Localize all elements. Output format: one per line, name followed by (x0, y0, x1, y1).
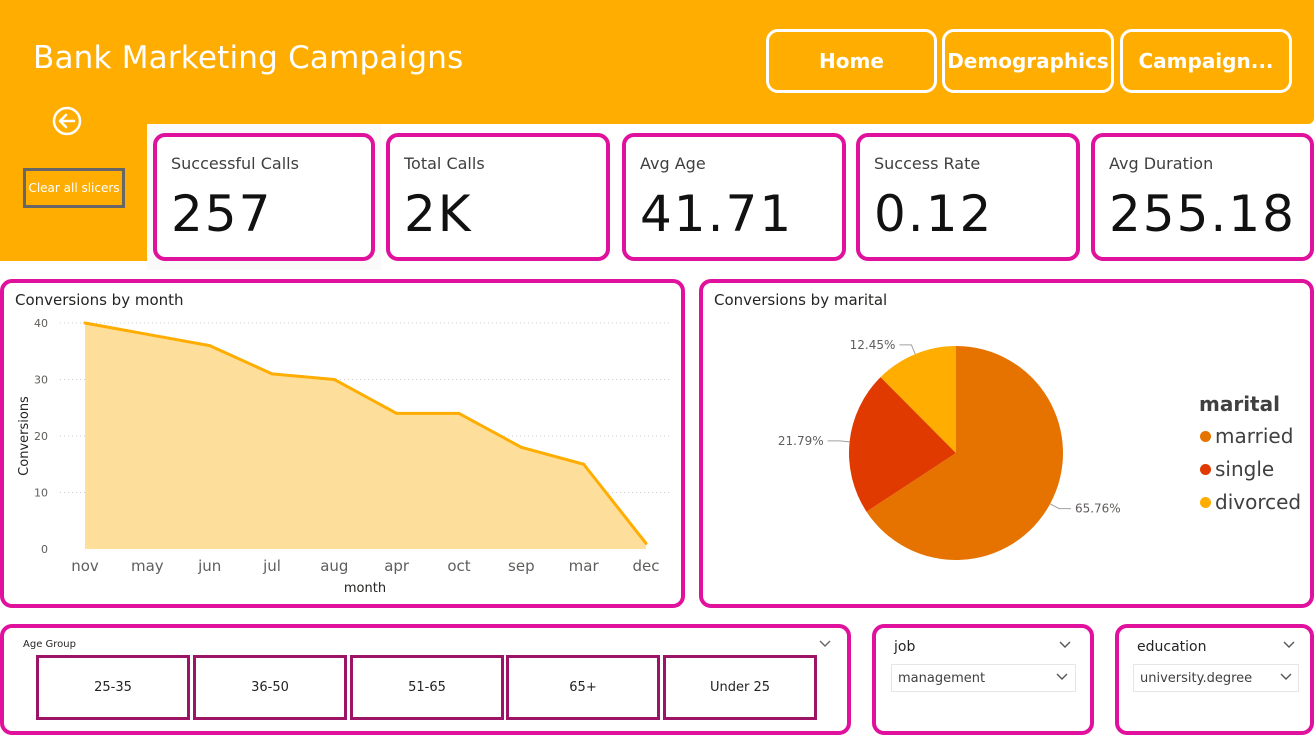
y-tick-label: 10 (34, 487, 48, 500)
legend-item-married[interactable]: married (1200, 424, 1293, 448)
pie-leader-line (1049, 503, 1071, 510)
legend-label: divorced (1215, 490, 1302, 514)
x-tick-label: apr (384, 557, 410, 575)
y-tick-label: 20 (34, 430, 48, 443)
chevron-down-icon[interactable] (1058, 640, 1072, 650)
legend-dot-icon (1200, 430, 1211, 442)
x-tick-label: oct (447, 557, 470, 575)
job-label: job (894, 639, 916, 655)
x-axis-title: month (344, 581, 386, 596)
data-point (332, 378, 336, 381)
y-tick-label: 30 (34, 374, 48, 387)
chevron-down-icon[interactable] (1282, 640, 1296, 650)
chevron-down-icon[interactable] (818, 639, 832, 649)
data-point (83, 321, 87, 325)
pie-data-label: 21.79% (778, 434, 824, 448)
pie-leader-line (827, 440, 850, 443)
legend-item-divorced[interactable]: divorced (1200, 490, 1301, 514)
x-tick-label: jun (197, 557, 221, 575)
legend-item-single[interactable]: single (1200, 457, 1274, 481)
y-tick-label: 40 (34, 317, 48, 330)
x-tick-label: nov (71, 557, 99, 575)
y-axis-title: Conversions (17, 396, 32, 476)
data-point (519, 445, 523, 449)
dashboard-page: Bank Marketing Campaigns Home Demographi… (0, 0, 1314, 735)
pie-data-label: 12.45% (850, 338, 896, 352)
age-chip-51-65[interactable]: 51-65 (350, 655, 504, 720)
age-group-label: Age Group (23, 639, 76, 650)
data-point (395, 411, 399, 415)
x-tick-label: dec (633, 557, 660, 575)
legend-label: married (1215, 424, 1294, 448)
y-tick-label: 0 (41, 543, 48, 556)
data-point (208, 344, 212, 348)
legend-label: single (1215, 457, 1275, 481)
data-point (644, 541, 648, 545)
age-chip-under-25[interactable]: Under 25 (663, 655, 817, 720)
data-point (457, 411, 461, 415)
x-tick-label: mar (569, 557, 600, 575)
area-fill (85, 323, 646, 549)
chevron-down-icon[interactable] (1279, 672, 1293, 682)
data-point (145, 332, 149, 336)
job-selected-value: management (898, 670, 986, 686)
data-point (582, 462, 586, 466)
chevron-down-icon[interactable] (1055, 672, 1069, 682)
legend-dot-icon (1200, 496, 1211, 508)
data-point (270, 372, 274, 376)
x-tick-label: jul (262, 557, 281, 575)
job-dropdown[interactable]: management (891, 664, 1076, 692)
education-label: education (1137, 639, 1207, 655)
pie-data-label: 65.76% (1075, 502, 1121, 516)
legend-dot-icon (1200, 463, 1211, 475)
x-tick-label: aug (320, 557, 348, 575)
pie-legend-title: marital (1199, 392, 1280, 416)
x-tick-label: sep (508, 557, 535, 575)
education-selected-value: university.degree (1140, 670, 1253, 686)
age-chip-36-50[interactable]: 36-50 (193, 655, 347, 720)
age-chip-65-plus[interactable]: 65+ (506, 655, 660, 720)
education-dropdown[interactable]: university.degree (1133, 664, 1299, 692)
pie-leader-line (899, 344, 916, 355)
x-tick-label: may (131, 557, 164, 575)
age-chip-25-35[interactable]: 25-35 (36, 655, 190, 720)
